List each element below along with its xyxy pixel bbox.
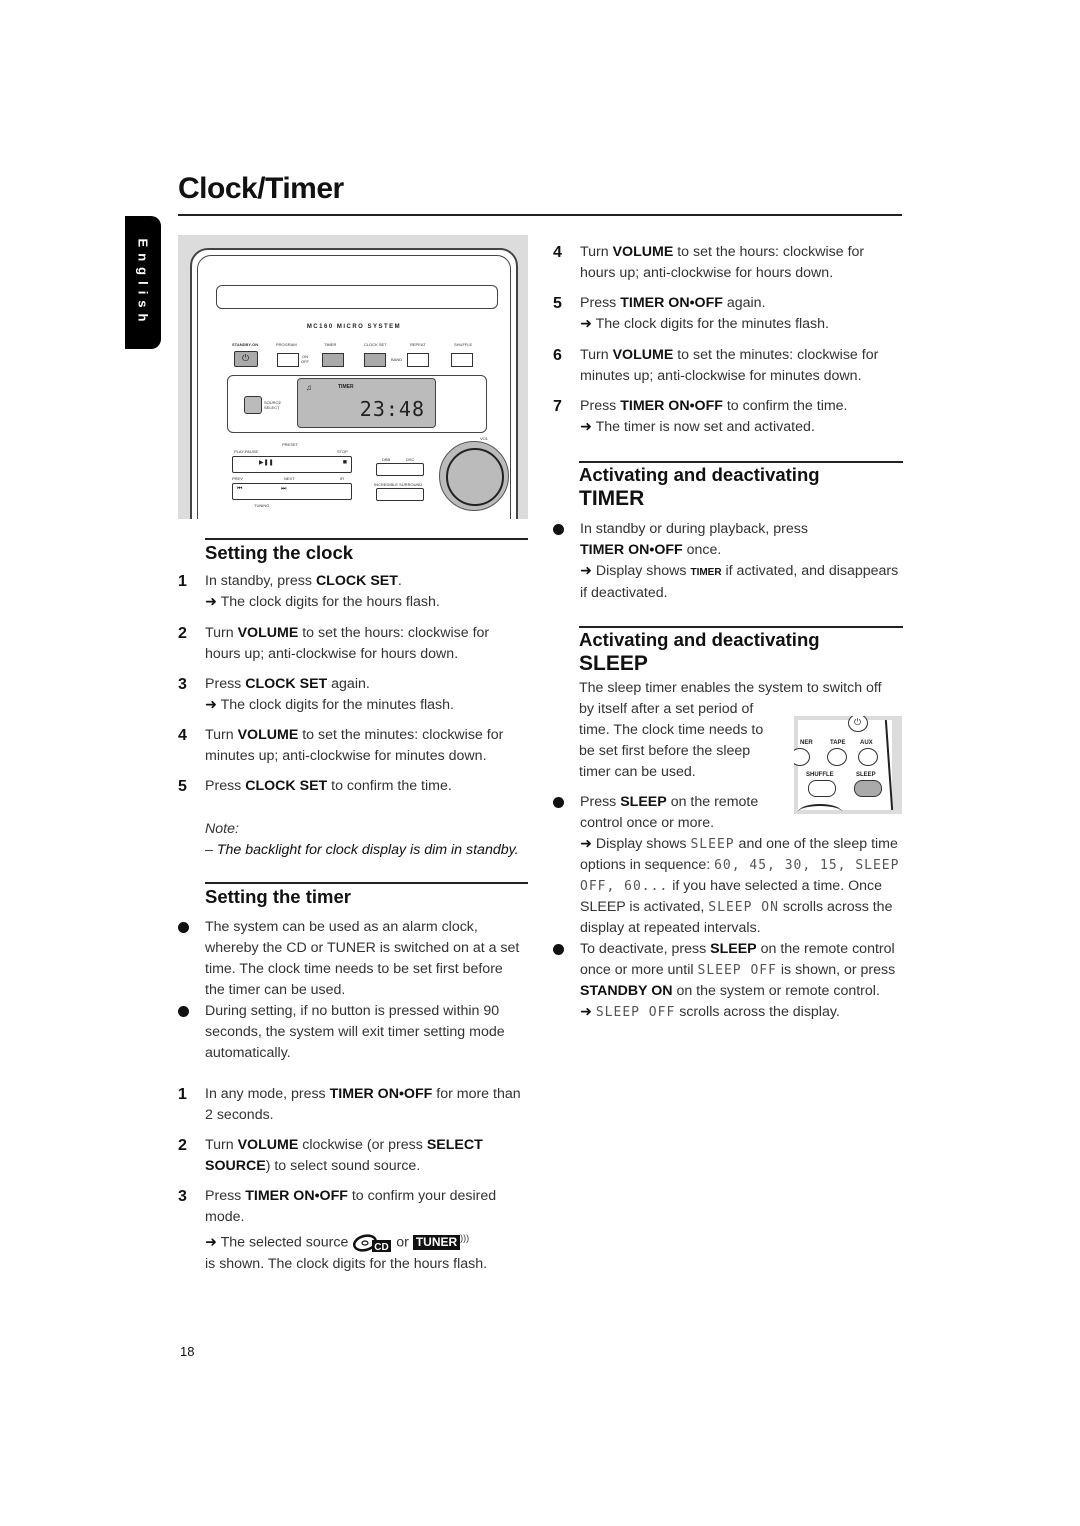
- ir-label: IR: [340, 476, 344, 481]
- play-stop-bar: ▶❚❚ ■: [232, 456, 352, 473]
- incredible-surround-button: [376, 488, 424, 501]
- section-divider: [205, 882, 528, 884]
- bullet-icon: [178, 1006, 189, 1017]
- vol-label: VOL: [480, 436, 489, 441]
- arrow-icon: ➜: [205, 1234, 217, 1251]
- section-heading-activate-sleep: Activating and deactivating SLEEP: [579, 629, 820, 675]
- device-model-label: MC160 MICRO SYSTEM: [306, 324, 402, 330]
- lcd-display: TIMER ♫ 23:48: [297, 378, 436, 428]
- next-icon: ⏭: [281, 486, 287, 492]
- title-divider: [178, 214, 902, 216]
- remote-shuffle-button: [808, 780, 836, 797]
- section-heading-setting-clock: Setting the clock: [205, 542, 354, 563]
- section-heading-setting-timer: Setting the timer: [205, 886, 351, 907]
- program-label: PROGRAM: [276, 342, 297, 347]
- arrow-icon: ➜: [580, 316, 592, 332]
- right-column: 4 Turn VOLUME to set the hours: clockwis…: [553, 242, 903, 1062]
- lcd-timer-indicator: TIMER: [338, 384, 354, 390]
- repeat-button: [407, 353, 429, 367]
- arrow-icon: ➜: [580, 836, 592, 852]
- power-icon: ⏻: [854, 717, 862, 727]
- shuffle-label: SHUFFLE: [454, 342, 473, 347]
- left-column: Setting the clock 1 In standby, press CL…: [178, 538, 528, 1298]
- note-text: – The backlight for clock display is dim…: [205, 842, 519, 858]
- section-heading-activate-timer: Activating and deactivating TIMER: [579, 464, 820, 510]
- next-label: NEXT: [284, 476, 295, 481]
- remote-sleep-button: [854, 780, 882, 797]
- tuning-bar: ⏮ ⏭: [232, 483, 352, 500]
- preset-label: PRESET: [282, 442, 299, 447]
- svg-text:CD: CD: [375, 1242, 389, 1252]
- volume-knob: [439, 441, 509, 511]
- prev-label: PREV: [232, 476, 243, 481]
- note-label: Note:: [205, 821, 239, 837]
- dbb-dsc-buttons: [376, 463, 424, 476]
- alarm-bell-icon: ♫: [306, 383, 312, 392]
- arrow-icon: ➜: [580, 1004, 592, 1020]
- page-title: Clock/Timer: [178, 172, 344, 205]
- bullet-icon: [553, 797, 564, 808]
- language-tab-label: English: [135, 238, 151, 327]
- cd-slot: [216, 285, 498, 309]
- power-icon: ⏻: [242, 353, 250, 363]
- stop-label: STOP: [337, 449, 348, 454]
- prev-icon: ⏮: [237, 486, 243, 492]
- section-divider: [205, 538, 528, 540]
- play-pause-label: PLAY-PAUSE: [234, 449, 259, 454]
- arrow-icon: ➜: [580, 563, 592, 579]
- signal-icon: ))): [460, 1233, 470, 1243]
- standby-label: STANDBY-ON: [232, 342, 259, 347]
- bullet-icon: [553, 524, 564, 535]
- program-button: [277, 353, 299, 367]
- clock-set-label: CLOCK SET: [364, 342, 387, 347]
- remote-aux-button: [858, 748, 878, 766]
- arrow-icon: ➜: [580, 419, 592, 435]
- on-off-label: ON OFF: [301, 354, 309, 364]
- tuning-label: TUNING: [254, 503, 270, 508]
- cd-icon: CD: [353, 1234, 392, 1252]
- play-pause-icon: ▶❚❚: [259, 460, 274, 466]
- shuffle-button: [451, 353, 473, 367]
- stop-icon: ■: [342, 459, 347, 466]
- device-body: MC160 MICRO SYSTEM STANDBY-ON ⏻ PROGRAM …: [190, 248, 518, 519]
- arrow-icon: ➜: [205, 594, 217, 610]
- dbb-label: DBB: [382, 457, 391, 462]
- remote-illustration: ⏻ NER TAPE AUX SHUFFLE SLEEP: [794, 716, 902, 814]
- language-tab: English: [125, 216, 161, 349]
- source-select-label: SOURCE SELECT: [264, 400, 282, 410]
- tuner-icon: TUNER: [412, 1235, 461, 1251]
- bullet-icon: [178, 922, 189, 933]
- repeat-label: REPEAT: [410, 342, 426, 347]
- clock-set-button: [364, 353, 386, 367]
- bullet-icon: [553, 944, 564, 955]
- timer-button: [322, 353, 344, 367]
- timer-label: TIMER: [324, 342, 337, 347]
- remote-power-button: ⏻: [848, 716, 868, 732]
- timer-indicator: TIMER: [690, 567, 722, 578]
- remote-tape-button: [827, 748, 847, 766]
- dsc-label: DSC: [406, 457, 415, 462]
- lcd-time: 23:48: [359, 397, 425, 421]
- page-number: 18: [180, 1344, 195, 1359]
- band-label: BAND: [391, 357, 403, 362]
- source-select-button: [244, 396, 262, 414]
- arrow-icon: ➜: [205, 697, 217, 713]
- incredible-surround-label: INCREDIBLE SURROUND: [374, 482, 423, 487]
- standby-button: ⏻: [234, 351, 258, 367]
- device-illustration: MC160 MICRO SYSTEM STANDBY-ON ⏻ PROGRAM …: [178, 235, 528, 519]
